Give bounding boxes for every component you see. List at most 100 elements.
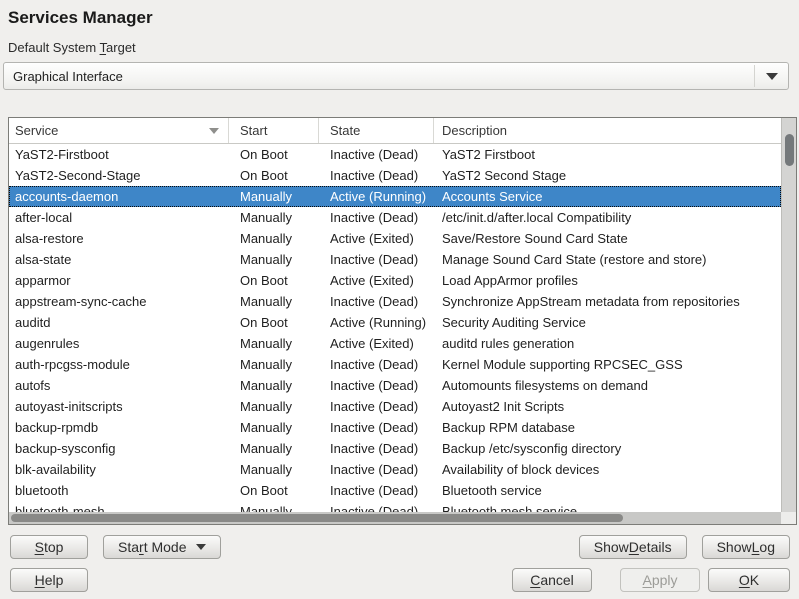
table-row[interactable]: autofs Manually Inactive (Dead) Automoun… [9, 375, 781, 396]
table-row[interactable]: bluetooth On Boot Inactive (Dead) Blueto… [9, 480, 781, 501]
cell-description: Backup /etc/sysconfig directory [442, 438, 781, 459]
cell-description: Security Auditing Service [442, 312, 781, 333]
cell-service: auth-rpcgss-module [15, 354, 229, 375]
stop-button[interactable]: Stop [10, 535, 88, 559]
table-row[interactable]: bluetooth-mesh Manually Inactive (Dead) … [9, 501, 781, 512]
table-row[interactable]: apparmor On Boot Active (Exited) Load Ap… [9, 270, 781, 291]
table-row[interactable]: auditd On Boot Active (Running) Security… [9, 312, 781, 333]
table-row[interactable]: backup-sysconfig Manually Inactive (Dead… [9, 438, 781, 459]
table-row[interactable]: YaST2-Firstboot On Boot Inactive (Dead) … [9, 144, 781, 165]
ok-button[interactable]: OK [708, 568, 790, 592]
column-header-start[interactable]: Start [229, 118, 319, 143]
cell-service: alsa-state [15, 249, 229, 270]
cell-service: YaST2-Second-Stage [15, 165, 229, 186]
dialog-button-row: Help Cancel Apply OK [0, 568, 799, 592]
vertical-scrollbar[interactable] [781, 118, 796, 512]
cell-state: Active (Exited) [330, 228, 436, 249]
button-text: ancel [540, 572, 573, 588]
table-row[interactable]: appstream-sync-cache Manually Inactive (… [9, 291, 781, 312]
cell-description: Bluetooth mesh service [442, 501, 781, 512]
button-label: Start Mode [118, 539, 187, 555]
cell-start: Manually [240, 291, 322, 312]
cell-start: On Boot [240, 480, 322, 501]
table-row[interactable]: autoyast-initscripts Manually Inactive (… [9, 396, 781, 417]
button-mnemonic: C [530, 572, 540, 588]
label-text: arget [106, 40, 136, 55]
table-row[interactable]: accounts-daemon Manually Active (Running… [9, 186, 781, 207]
dropdown-arrow-icon [196, 544, 206, 550]
column-header-state[interactable]: State [319, 118, 434, 143]
combo-arrow-zone [754, 65, 788, 87]
services-manager-window: { "app": { "title": "Services Manager" }… [0, 0, 799, 599]
help-button[interactable]: Help [10, 568, 88, 592]
horizontal-scrollbar-thumb[interactable] [11, 514, 623, 522]
table-row[interactable]: backup-rpmdb Manually Inactive (Dead) Ba… [9, 417, 781, 438]
cell-state: Active (Running) [330, 312, 436, 333]
button-text: Show [717, 539, 752, 555]
table-row[interactable]: augenrules Manually Active (Exited) audi… [9, 333, 781, 354]
apply-button[interactable]: Apply [620, 568, 700, 592]
button-mnemonic: O [739, 572, 750, 588]
cell-start: On Boot [240, 165, 322, 186]
cell-state: Inactive (Dead) [330, 438, 436, 459]
button-mnemonic: H [35, 572, 45, 588]
button-text: Show [594, 539, 629, 555]
cell-start: Manually [240, 249, 322, 270]
button-text: elp [45, 572, 64, 588]
cell-start: On Boot [240, 312, 322, 333]
button-text: K [750, 572, 759, 588]
table-row[interactable]: alsa-restore Manually Active (Exited) Sa… [9, 228, 781, 249]
action-button-row: Stop Start Mode Show Details Show Log [0, 535, 799, 559]
cell-state: Active (Exited) [330, 333, 436, 354]
cell-service: after-local [15, 207, 229, 228]
button-text: og [759, 539, 775, 555]
start-mode-menu-button[interactable]: Start Mode [103, 535, 221, 559]
cell-state: Inactive (Dead) [330, 165, 436, 186]
button-text: etails [639, 539, 672, 555]
cell-state: Inactive (Dead) [330, 459, 436, 480]
show-details-button[interactable]: Show Details [579, 535, 687, 559]
column-label: Description [442, 123, 507, 138]
cell-description: Autoyast2 Init Scripts [442, 396, 781, 417]
cell-service: apparmor [15, 270, 229, 291]
cell-state: Inactive (Dead) [330, 354, 436, 375]
cell-state: Inactive (Dead) [330, 417, 436, 438]
default-system-target-select[interactable]: Graphical Interface [3, 62, 789, 90]
cell-service: bluetooth-mesh [15, 501, 229, 512]
cell-service: accounts-daemon [15, 186, 229, 207]
cell-start: On Boot [240, 144, 322, 165]
show-log-button[interactable]: Show Log [702, 535, 790, 559]
column-header-service[interactable]: Service [9, 118, 229, 143]
cell-description: Backup RPM database [442, 417, 781, 438]
cell-description: /etc/init.d/after.local Compatibility [442, 207, 781, 228]
cell-service: backup-rpmdb [15, 417, 229, 438]
cell-state: Inactive (Dead) [330, 501, 436, 512]
table-header: Service Start State Description [9, 118, 781, 144]
table-row[interactable]: after-local Manually Inactive (Dead) /et… [9, 207, 781, 228]
cell-service: augenrules [15, 333, 229, 354]
column-header-description[interactable]: Description [434, 118, 781, 143]
cancel-button[interactable]: Cancel [512, 568, 592, 592]
table-row[interactable]: blk-availability Manually Inactive (Dead… [9, 459, 781, 480]
cell-state: Active (Exited) [330, 270, 436, 291]
button-text: top [44, 539, 63, 555]
table-row[interactable]: auth-rpcgss-module Manually Inactive (De… [9, 354, 781, 375]
cell-start: Manually [240, 228, 322, 249]
cell-description: Save/Restore Sound Card State [442, 228, 781, 249]
cell-description: auditd rules generation [442, 333, 781, 354]
horizontal-scrollbar[interactable] [9, 512, 781, 524]
cell-start: Manually [240, 354, 322, 375]
cell-service: blk-availability [15, 459, 229, 480]
scrollbar-corner [781, 512, 796, 524]
table-row[interactable]: alsa-state Manually Inactive (Dead) Mana… [9, 249, 781, 270]
services-table: Service Start State Description YaST2-Fi… [8, 117, 797, 525]
cell-description: Bluetooth service [442, 480, 781, 501]
cell-service: autofs [15, 375, 229, 396]
table-row[interactable]: YaST2-Second-Stage On Boot Inactive (Dea… [9, 165, 781, 186]
vertical-scrollbar-thumb[interactable] [785, 134, 794, 166]
cell-state: Inactive (Dead) [330, 207, 436, 228]
button-mnemonic: S [35, 539, 44, 555]
button-mnemonic: A [642, 572, 651, 588]
cell-description: YaST2 Second Stage [442, 165, 781, 186]
cell-start: Manually [240, 375, 322, 396]
